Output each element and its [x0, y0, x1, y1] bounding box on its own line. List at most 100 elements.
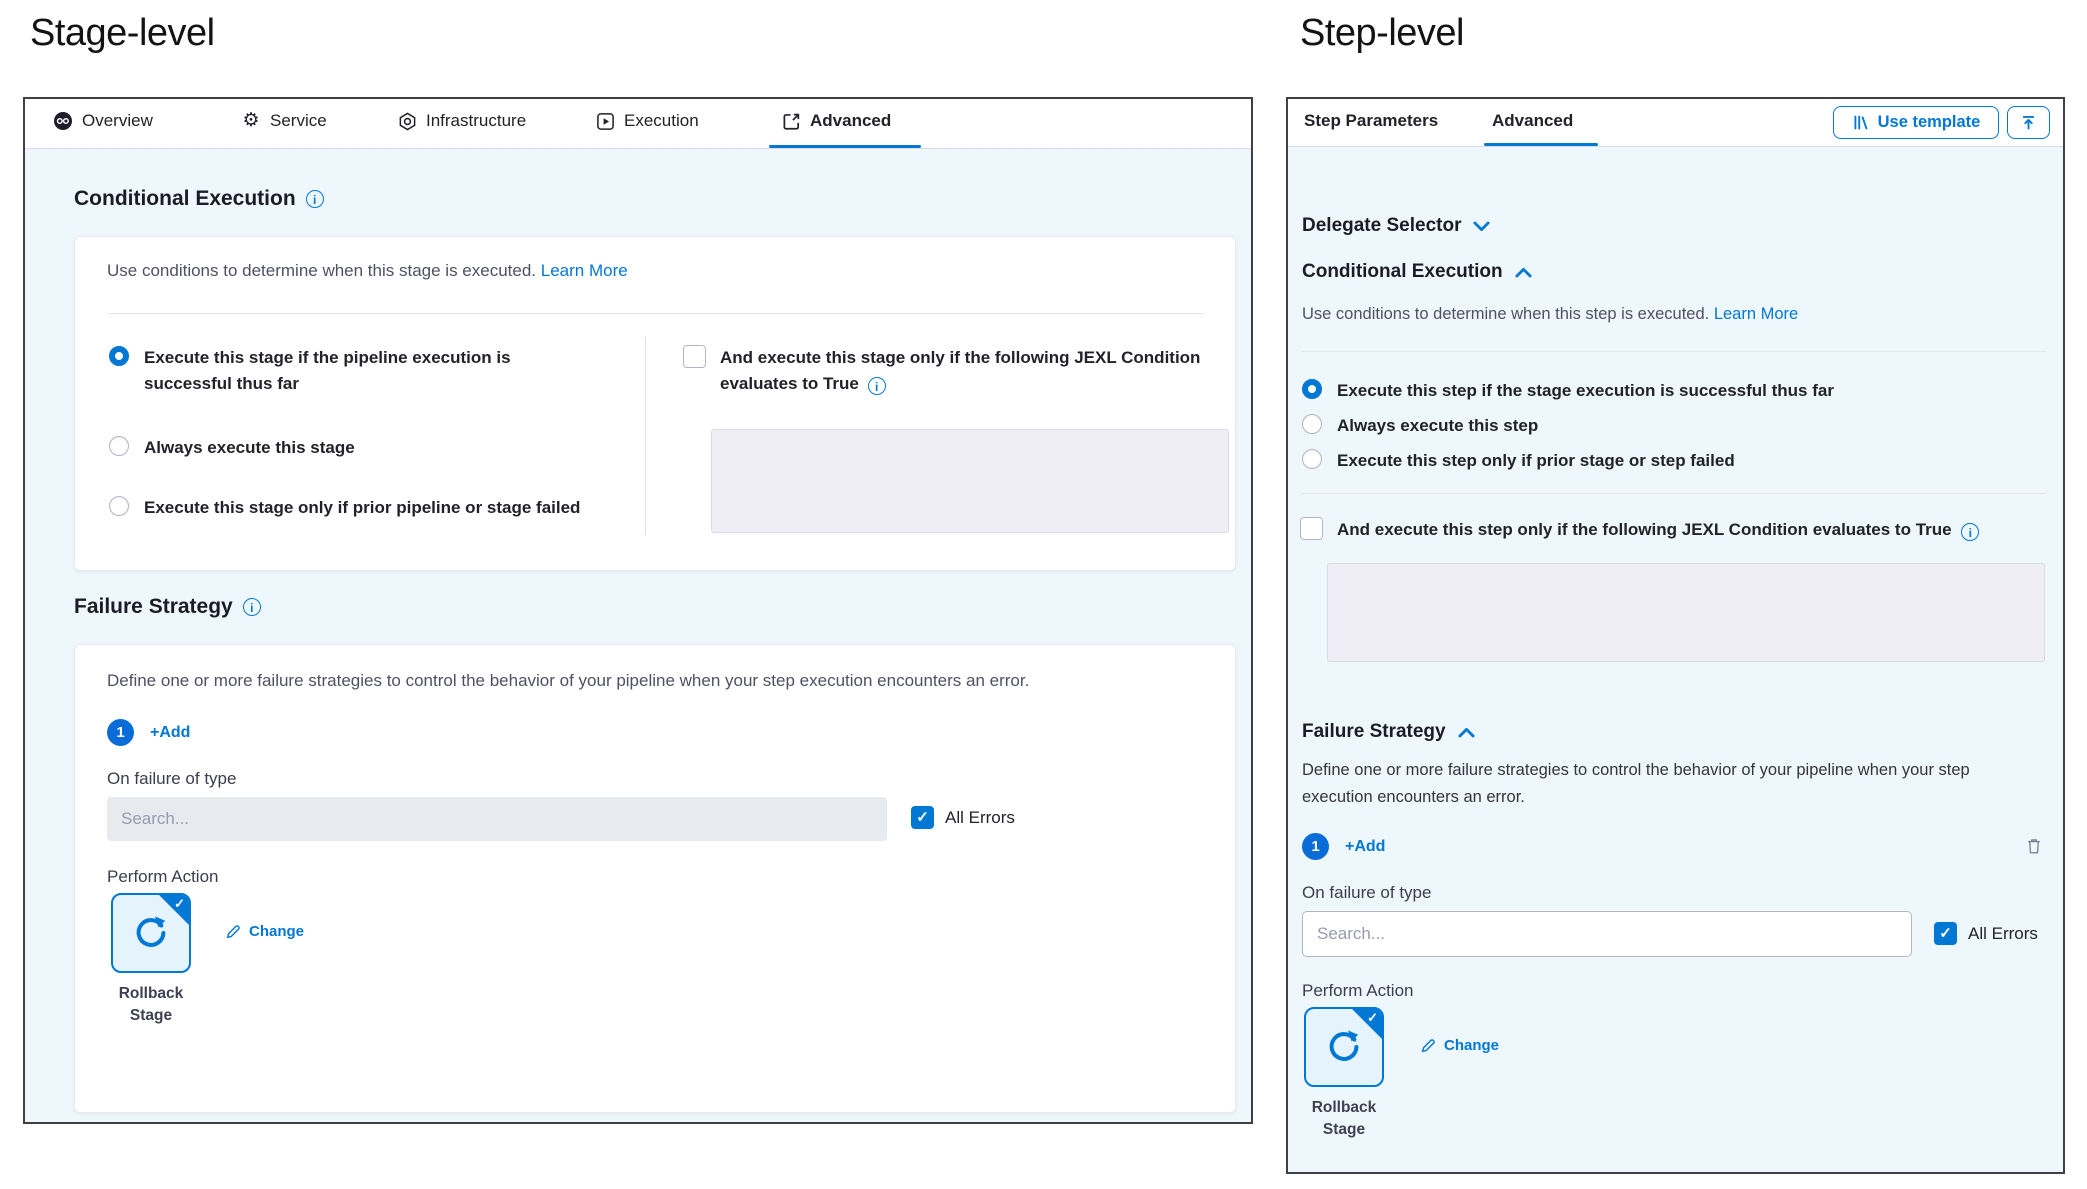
strategy-list: 1 +Add [1302, 833, 1385, 860]
jexl-condition-input[interactable] [1327, 563, 2045, 662]
radio-icon [1302, 449, 1322, 469]
radio-icon [1302, 414, 1322, 434]
perform-action-label: Perform Action [107, 867, 219, 887]
tab-service[interactable]: ⚙ Service [241, 111, 327, 131]
conditional-execution-heading: Conditional Execution i [74, 187, 324, 211]
failure-strategy-card: Define one or more failure strategies to… [74, 644, 1236, 1113]
conditional-execution-description: Use conditions to determine when this st… [1302, 305, 1798, 324]
gear-icon: ⚙ [241, 111, 261, 131]
tab-advanced[interactable]: Advanced [781, 111, 891, 131]
conditional-execution-section-toggle[interactable]: Conditional Execution [1302, 261, 1532, 283]
info-icon[interactable]: i [868, 377, 886, 395]
rollback-stage-action-tile[interactable]: ✓ [111, 893, 191, 973]
learn-more-link[interactable]: Learn More [541, 261, 628, 280]
jexl-condition-checkbox-row[interactable]: And execute this stage only if the follo… [683, 345, 1202, 397]
tab-label: Advanced [810, 111, 891, 131]
change-action-button[interactable]: Change [1420, 1037, 1499, 1054]
divider [1302, 351, 2046, 352]
action-name: Rollback Stage [93, 983, 209, 1027]
radio-execute-if-successful[interactable]: Execute this stage if the pipeline execu… [109, 345, 556, 397]
tab-label: Overview [82, 111, 153, 131]
delete-strategy-button[interactable] [2026, 837, 2042, 860]
checkbox-checked-icon[interactable]: ✓ [1934, 922, 1957, 945]
radio-always-execute[interactable]: Always execute this step [1302, 413, 1538, 439]
radio-selected-icon [1302, 379, 1322, 399]
stage-level-title: Stage-level [30, 12, 215, 55]
all-errors-label: All Errors [945, 808, 1015, 828]
failure-strategy-description: Define one or more failure strategies to… [1302, 757, 2037, 811]
all-errors-checkbox-row[interactable]: ✓ All Errors [911, 806, 1015, 829]
tab-infrastructure[interactable]: Infrastructure [397, 111, 526, 131]
failure-strategy-section-toggle[interactable]: Failure Strategy [1302, 721, 1475, 743]
column-divider [645, 337, 646, 535]
active-tab-underline [769, 145, 921, 148]
radio-icon [109, 496, 129, 516]
perform-action-label: Perform Action [1302, 981, 1414, 1001]
overview-icon [53, 111, 73, 131]
checkbox-unchecked-icon[interactable] [1300, 517, 1323, 540]
chevron-up-icon [1515, 266, 1532, 279]
rollback-stage-action-tile[interactable]: ✓ [1304, 1007, 1384, 1087]
pencil-icon [1420, 1038, 1436, 1054]
checkbox-unchecked-icon[interactable] [683, 345, 706, 368]
add-strategy-button[interactable]: +Add [150, 724, 190, 742]
learn-more-link[interactable]: Learn More [1714, 305, 1798, 323]
save-as-template-button[interactable] [2007, 106, 2050, 139]
tab-step-parameters[interactable]: Step Parameters [1304, 111, 1438, 131]
tab-label: Execution [624, 111, 699, 131]
strategy-list: 1 +Add [107, 719, 190, 746]
step-level-title: Step-level [1300, 12, 1464, 55]
info-icon[interactable]: i [1961, 523, 1979, 541]
on-failure-of-type-label: On failure of type [1302, 883, 1431, 903]
checkbox-checked-icon[interactable]: ✓ [911, 806, 934, 829]
chevron-up-icon [1458, 726, 1475, 739]
failure-strategy-heading: Failure Strategy i [74, 595, 261, 619]
upload-icon [2020, 114, 2037, 131]
on-failure-of-type-label: On failure of type [107, 769, 236, 789]
jexl-condition-checkbox-row[interactable]: And execute this step only if the follow… [1300, 517, 1979, 543]
execution-icon [595, 111, 615, 131]
add-strategy-button[interactable]: +Add [1345, 838, 1385, 856]
check-icon: ✓ [916, 809, 929, 826]
failure-strategy-description: Define one or more failure strategies to… [107, 671, 1029, 691]
delegate-selector-section-toggle[interactable]: Delegate Selector [1302, 215, 1490, 237]
radio-selected-icon [109, 346, 129, 366]
advanced-icon [781, 111, 801, 131]
tab-label: Advanced [1492, 111, 1573, 131]
change-action-button[interactable]: Change [225, 923, 304, 940]
radio-execute-if-successful[interactable]: Execute this step if the stage execution… [1302, 378, 1834, 404]
divider [1302, 493, 2046, 494]
tab-label: Service [270, 111, 327, 131]
jexl-condition-input[interactable] [711, 429, 1229, 533]
use-template-button[interactable]: Use template [1833, 106, 1999, 139]
failure-type-search-input[interactable] [1302, 911, 1912, 957]
pencil-icon [225, 924, 241, 940]
radio-execute-if-failed[interactable]: Execute this step only if prior stage or… [1302, 448, 1735, 474]
tab-label: Infrastructure [426, 111, 526, 131]
active-tab-underline [1484, 143, 1598, 146]
check-icon: ✓ [174, 896, 185, 912]
failure-type-search-input[interactable] [107, 797, 887, 841]
info-icon[interactable]: i [243, 598, 261, 616]
all-errors-checkbox-row[interactable]: ✓ All Errors [1934, 922, 2038, 945]
strategy-badge[interactable]: 1 [107, 719, 134, 746]
all-errors-label: All Errors [1968, 924, 2038, 944]
screenshot-root: Stage-level Overview ⚙ Service Infrastru… [0, 0, 2087, 1189]
conditional-execution-description: Use conditions to determine when this st… [107, 261, 628, 281]
radio-execute-if-failed[interactable]: Execute this stage only if prior pipelin… [109, 495, 580, 521]
stage-panel: Overview ⚙ Service Infrastructure Execut… [23, 97, 1253, 1124]
infrastructure-icon [397, 111, 417, 131]
conditional-execution-card: Use conditions to determine when this st… [74, 236, 1236, 571]
library-icon [1852, 114, 1869, 131]
divider [107, 313, 1205, 314]
tab-advanced[interactable]: Advanced [1492, 111, 1573, 131]
stage-tab-bar: Overview ⚙ Service Infrastructure Execut… [25, 99, 1251, 149]
strategy-badge[interactable]: 1 [1302, 833, 1329, 860]
radio-always-execute[interactable]: Always execute this stage [109, 435, 355, 461]
tab-execution[interactable]: Execution [595, 111, 699, 131]
info-icon[interactable]: i [306, 190, 324, 208]
action-name: Rollback Stage [1288, 1097, 1400, 1141]
radio-icon [109, 436, 129, 456]
tab-overview[interactable]: Overview [53, 111, 153, 131]
chevron-down-icon [1473, 220, 1490, 233]
